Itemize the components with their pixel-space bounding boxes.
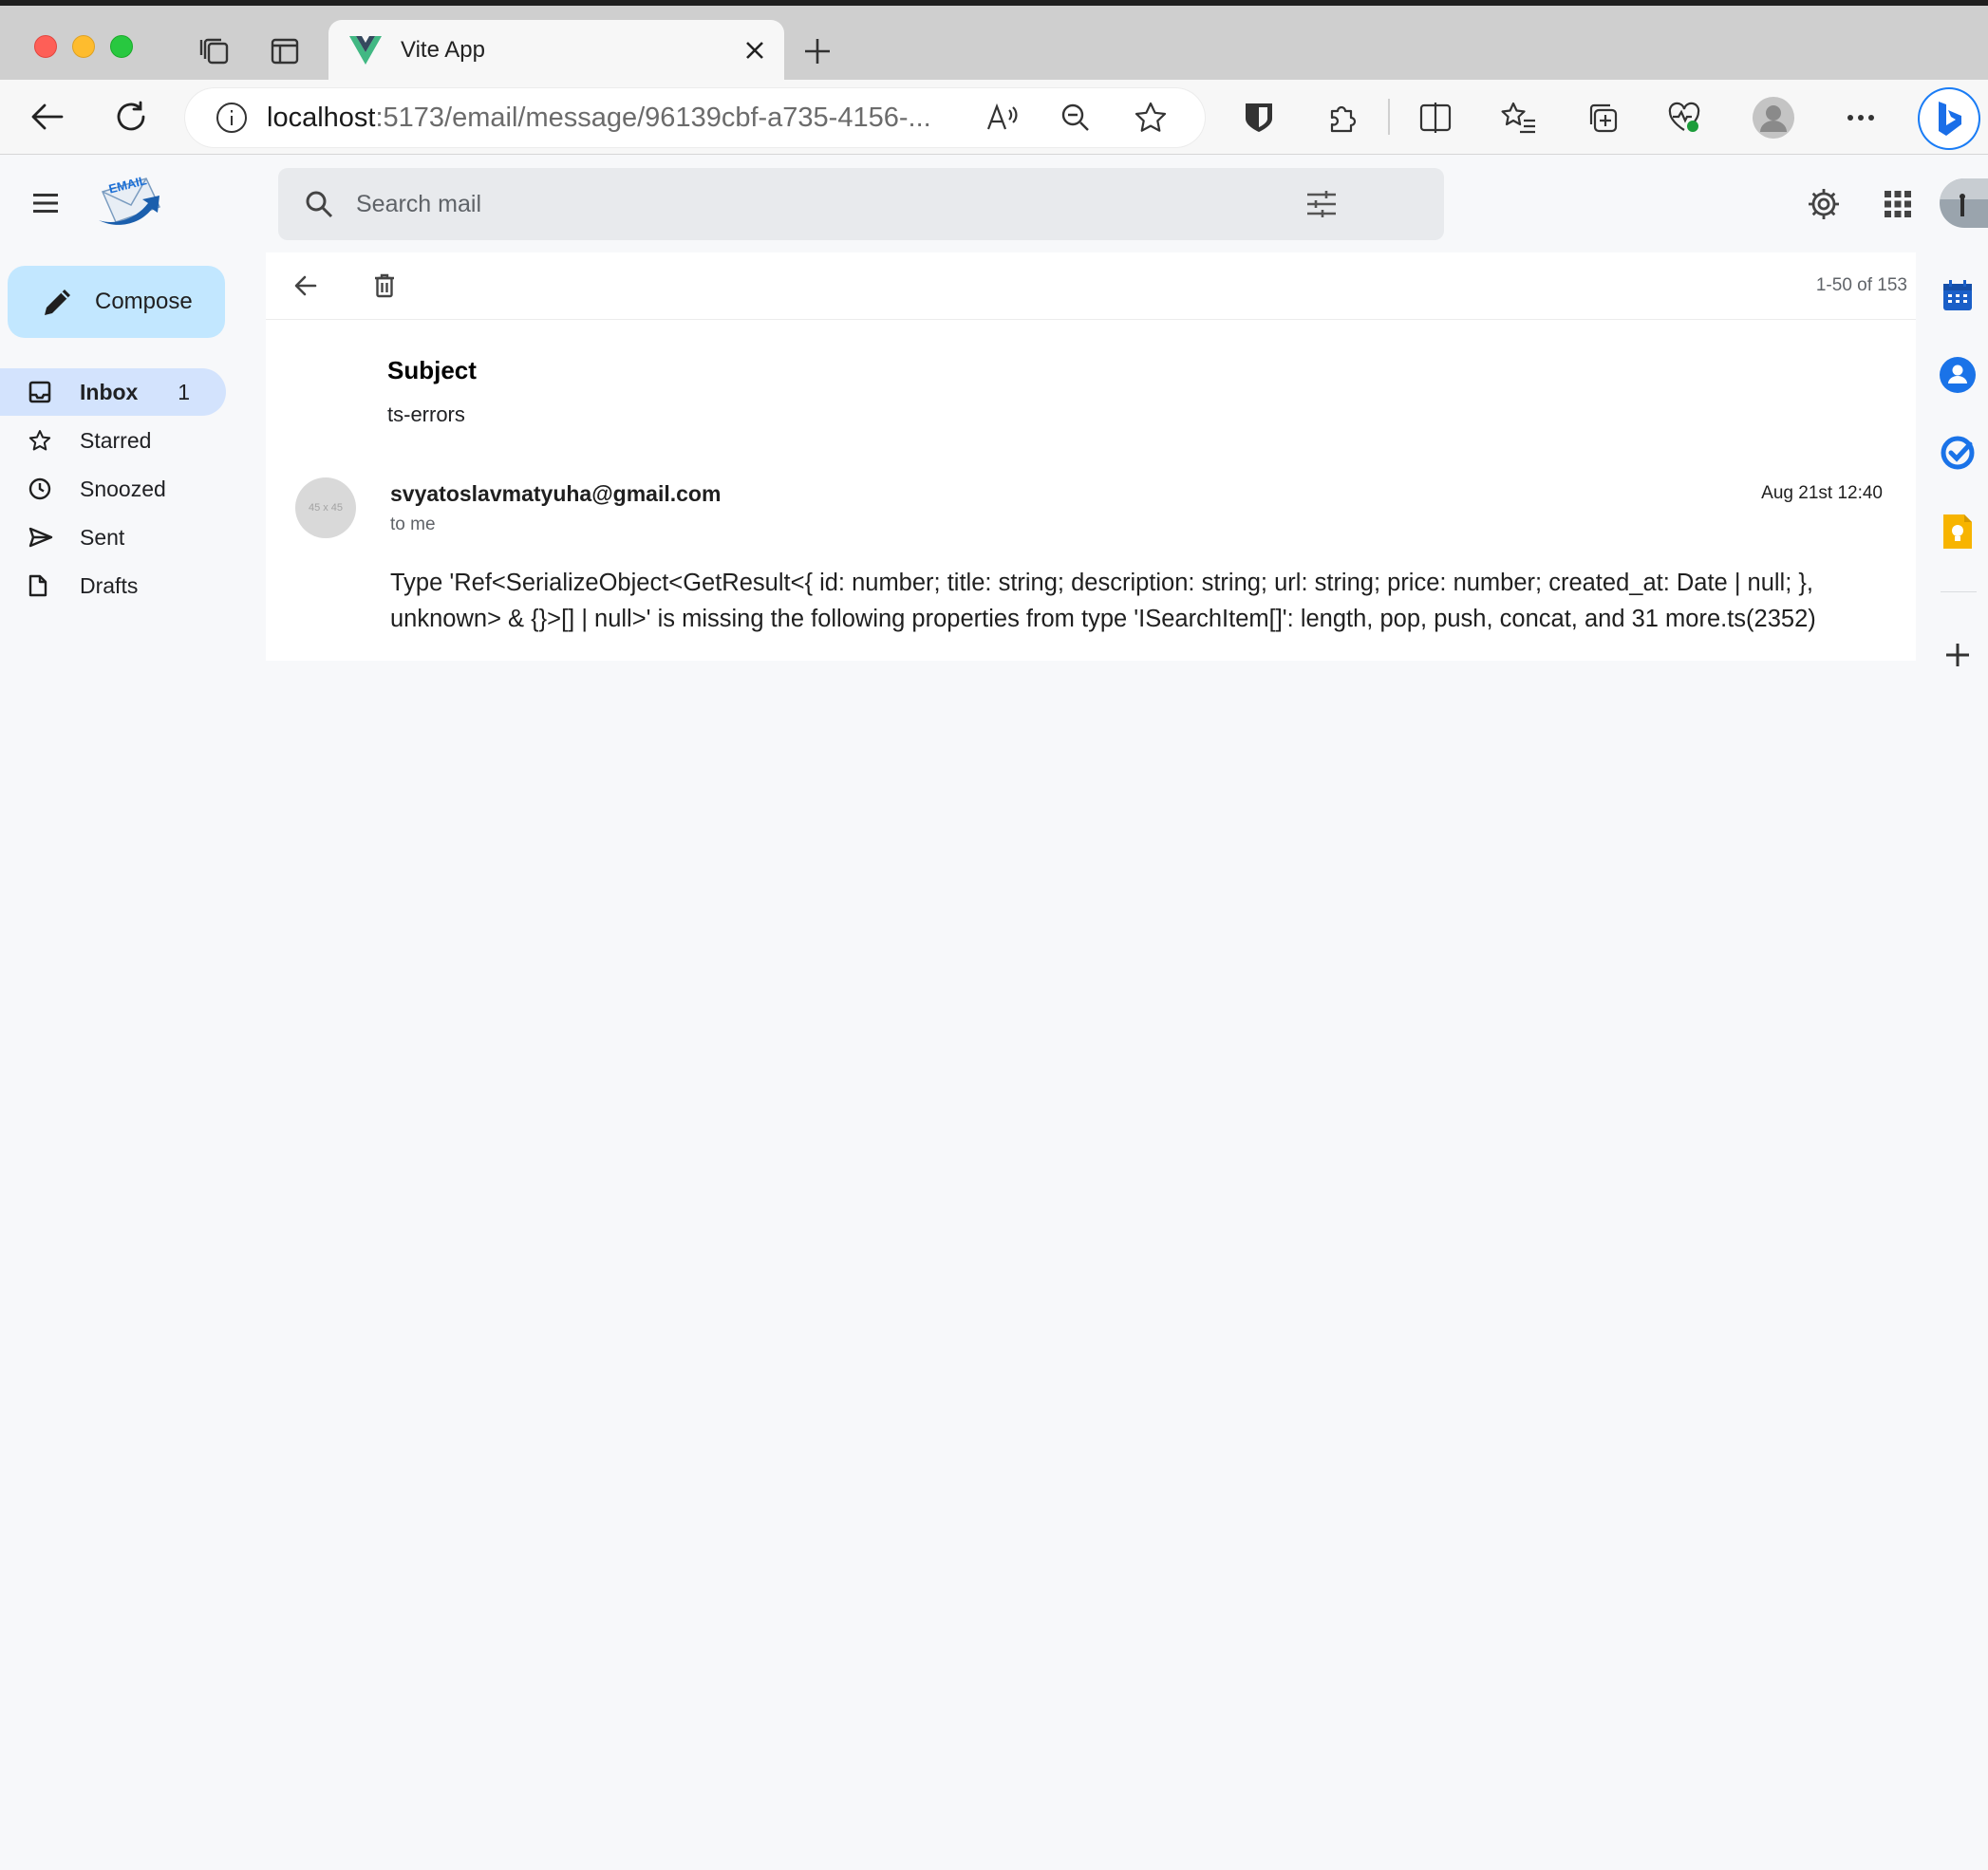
side-panel-divider [1941,591,1977,592]
tab-title: Vite App [401,36,485,63]
back-arrow-icon[interactable] [27,96,68,138]
sidebar-item-starred[interactable]: Starred [0,417,226,464]
settings-gear-icon[interactable] [1803,183,1845,225]
subject-heading: Subject [387,356,477,384]
message-body: Type 'Ref<SerializeObject<GetResult<{ id… [390,570,1816,632]
search-input[interactable] [354,189,1307,219]
sender-email: svyatoslavmatyuha@gmail.com [390,481,722,506]
apps-grid-icon[interactable] [1877,183,1919,225]
browser-essentials-icon[interactable] [1663,97,1705,139]
toolbar-divider [1388,99,1390,135]
recipient-label: to me [390,514,436,534]
compose-label: Compose [95,289,193,314]
keep-notes-icon[interactable] [1937,511,1979,552]
main-menu-icon[interactable] [25,182,66,224]
tab-vite-app[interactable]: Vite App [328,20,784,80]
sidebar-item-label: Drafts [80,572,139,598]
tab-actions-icon[interactable] [264,30,306,72]
extensions-puzzle-icon[interactable] [1322,97,1363,139]
inbox-icon [28,381,74,403]
sidebar-item-label: Inbox [80,379,139,404]
search-options-icon[interactable] [1307,191,1336,217]
more-options-icon[interactable] [1840,97,1882,139]
clock-icon [28,477,74,500]
split-screen-icon[interactable] [1415,97,1456,139]
reload-icon[interactable] [110,96,152,138]
vue-logo-icon [349,35,382,65]
copilot-bing-icon[interactable] [1920,89,1979,148]
favorite-star-icon[interactable] [1135,102,1167,134]
new-tab-icon[interactable] [797,30,838,72]
workspaces-icon[interactable] [194,30,235,72]
back-to-inbox-icon[interactable] [285,265,327,307]
pencil-icon [42,286,74,318]
bitwarden-shield-icon[interactable] [1238,97,1280,139]
compose-button[interactable]: Compose [8,266,225,338]
profile-avatar-icon[interactable] [1753,97,1794,139]
add-addon-icon[interactable] [1937,634,1979,676]
zoom-out-icon[interactable] [1060,103,1091,133]
calendar-icon[interactable] [1937,274,1979,316]
minimize-window-button[interactable] [72,35,95,58]
sidebar-item-drafts[interactable]: Drafts [0,562,226,609]
close-window-button[interactable] [34,35,57,58]
message-date: Aug 21st 12:40 [1761,483,1883,503]
star-icon [28,429,74,452]
message-toolbar-divider [266,319,1916,320]
account-avatar[interactable] [1940,178,1988,228]
pagination-label: 1-50 of 153 [1815,275,1907,295]
read-aloud-icon[interactable] [986,103,1019,133]
sender-avatar: 45 x 45 [295,477,356,538]
search-bar[interactable] [278,168,1444,240]
favorites-list-icon[interactable] [1498,97,1540,139]
collections-icon[interactable] [1582,97,1623,139]
address-bar[interactable]: localhost:5173/email/message/96139cbf-a7… [185,88,1205,147]
subject-value: ts-errors [387,402,465,426]
inbox-unread-count: 1 [178,379,190,404]
sidebar-item-sent[interactable]: Sent [0,514,226,561]
send-icon [28,527,74,548]
email-logo: EMAIL [95,171,165,235]
tasks-icon[interactable] [1937,432,1979,474]
draft-icon [28,574,74,597]
search-icon[interactable] [305,190,333,218]
maximize-window-button[interactable] [110,35,133,58]
site-info-icon[interactable] [216,102,248,134]
sidebar-item-label: Starred [80,427,152,453]
sidebar-item-label: Snoozed [80,476,166,501]
contacts-icon[interactable] [1937,354,1979,396]
close-tab-icon[interactable] [744,40,765,61]
sidebar-item-label: Sent [80,524,125,550]
delete-trash-icon[interactable] [364,265,405,307]
sidebar-item-snoozed[interactable]: Snoozed [0,465,226,513]
sidebar-item-inbox[interactable]: Inbox 1 [0,368,226,416]
url-text: localhost:5173/email/message/96139cbf-a7… [267,102,931,133]
